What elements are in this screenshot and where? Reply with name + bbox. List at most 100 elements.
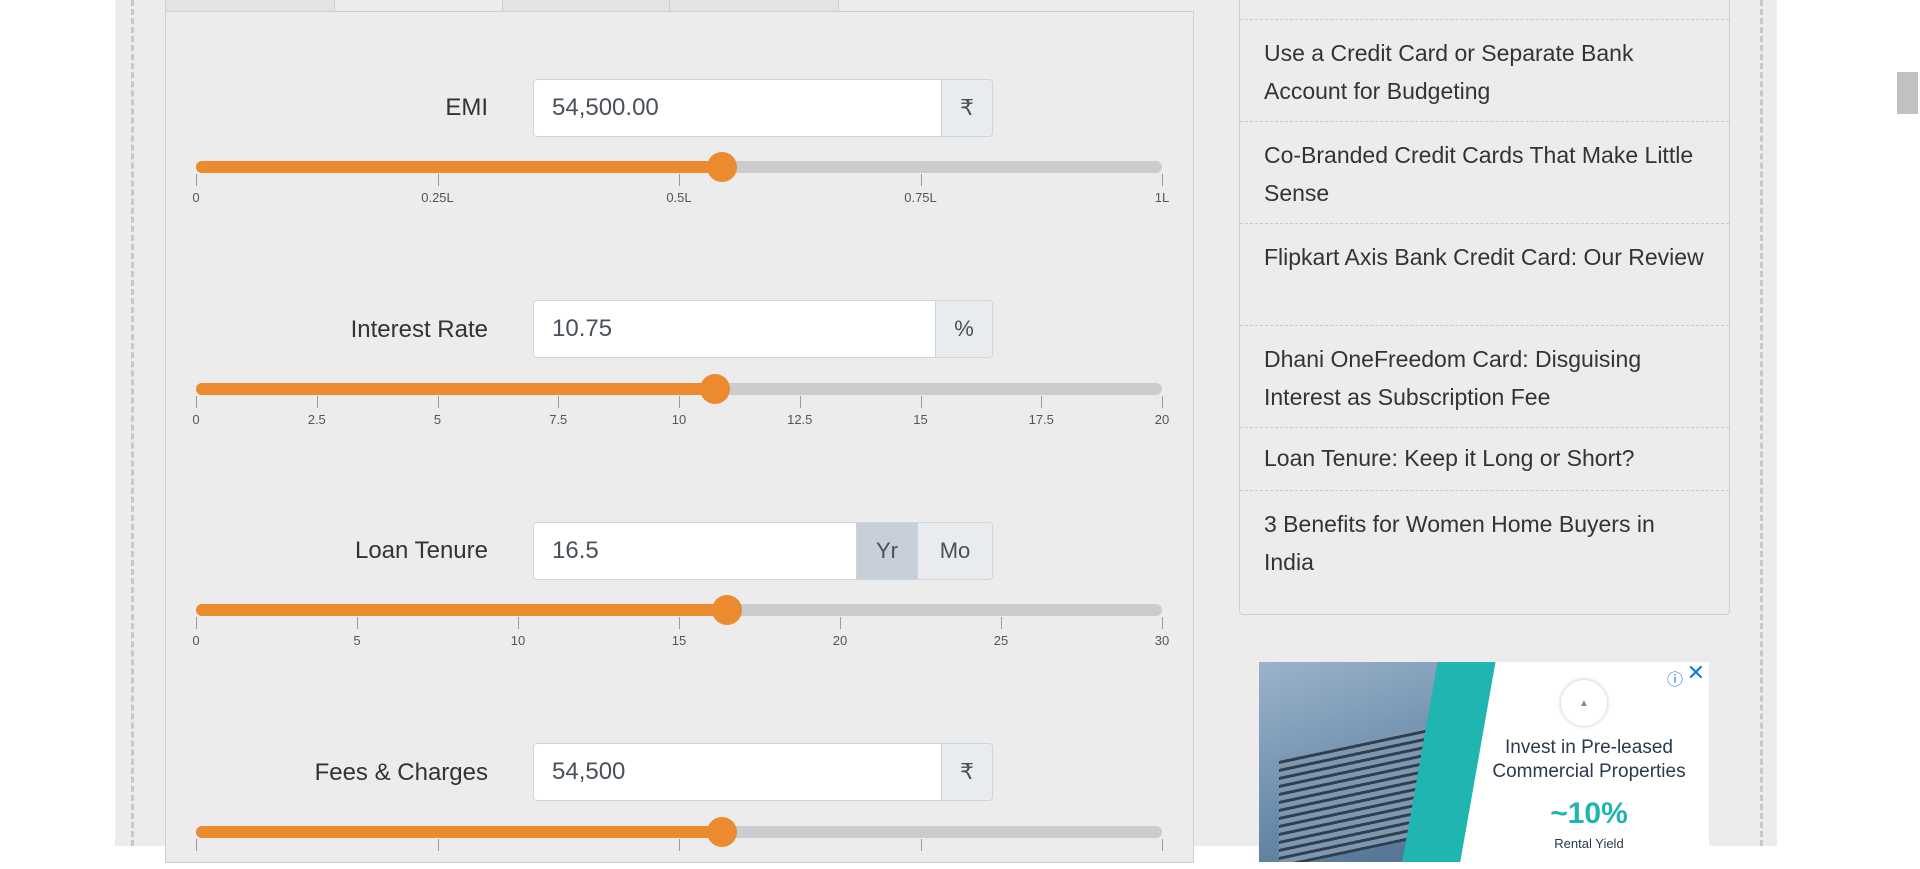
loan-tenure-field: Yr Mo (533, 522, 993, 580)
scrollbar-track[interactable] (1895, 0, 1920, 846)
scale-tick (1001, 617, 1002, 629)
scale-tick-label: 12.5 (787, 412, 813, 427)
scale-tick-label: 20 (832, 633, 848, 648)
list-item[interactable]: Loan Tenure: Keep it Long or Short? (1240, 428, 1729, 491)
loan-tenure-input[interactable] (534, 523, 856, 579)
year-toggle[interactable]: Yr (856, 523, 917, 579)
scale-tick (1041, 396, 1043, 408)
fees-charges-label: Fees & Charges (314, 759, 488, 786)
article-link[interactable]: Co-Branded Credit Cards That Make Little… (1264, 142, 1693, 206)
loan-tenure-label: Loan Tenure (354, 537, 488, 564)
list-item[interactable]: Dhani OneFreedom Card: Disguising Intere… (1240, 326, 1729, 428)
scale-tick (799, 396, 801, 408)
scale-tick (518, 617, 519, 629)
percent-addon: % (935, 301, 992, 357)
calculator-panel (165, 11, 1194, 863)
ad-logo: ▲ (1561, 680, 1607, 726)
scale-tick-label: 7.5 (549, 412, 568, 427)
ad-banner[interactable]: ▲ Invest in Pre-leased Commercial Proper… (1259, 662, 1709, 862)
interest-rate-input[interactable] (534, 301, 935, 357)
article-link[interactable]: Flipkart Axis Bank Credit Card: Our Revi… (1264, 244, 1704, 270)
fees-charges-scale (196, 839, 1163, 869)
emi-scale: 0 0.25L 0.5L 0.75L 1L (192, 174, 1169, 205)
scale-tick (196, 617, 197, 629)
right-dashed-border (1760, 0, 1763, 846)
loan-tenure-scale: 0 5 10 15 20 25 30 (192, 617, 1169, 648)
scale-tick-label: 0.75L (904, 190, 937, 205)
scale-tick (840, 617, 841, 629)
scale-tick-label: 5 (353, 633, 361, 648)
fees-charges-input[interactable] (534, 744, 941, 800)
emi-field: ₹ (533, 79, 993, 137)
scale-tick (437, 839, 439, 851)
left-dashed-border (131, 0, 134, 846)
scale-tick (920, 174, 922, 186)
loan-tenure-slider-fill (196, 604, 728, 616)
scale-tick-label: 0.25L (421, 190, 454, 205)
rupee-addon: ₹ (941, 744, 992, 800)
scale-tick (679, 174, 680, 186)
scale-tick-label: 30 (1154, 633, 1170, 648)
ad-title: Invest in Pre-leased Commercial Properti… (1492, 737, 1686, 782)
emi-label: EMI (445, 94, 488, 121)
scale-tick (1162, 174, 1163, 186)
scale-tick-label: 1L (1154, 190, 1170, 205)
scale-tick (679, 617, 680, 629)
list-item[interactable]: Use a Credit Card or Separate Bank Accou… (1240, 20, 1729, 122)
list-item[interactable]: 3 Benefits for Women Home Buyers in Indi… (1240, 491, 1729, 593)
interest-rate-slider-fill (196, 383, 716, 395)
scale-tick (679, 839, 680, 851)
emi-input[interactable] (534, 80, 941, 136)
related-articles-box: Use a Credit Card or Separate Bank Accou… (1239, 0, 1730, 615)
list-item-cut (1240, 0, 1729, 20)
article-link[interactable]: Use a Credit Card or Separate Bank Accou… (1264, 40, 1633, 104)
scale-tick-label: 0 (192, 633, 200, 648)
rupee-addon: ₹ (941, 80, 992, 136)
ad-yield-value: ~10% (1550, 797, 1628, 830)
fees-charges-field: ₹ (533, 743, 993, 801)
scale-tick (679, 396, 680, 408)
list-item[interactable]: Flipkart Axis Bank Credit Card: Our Revi… (1240, 224, 1729, 326)
emi-slider[interactable] (196, 152, 1162, 182)
scale-tick (1162, 617, 1163, 629)
scale-tick (920, 839, 922, 851)
scale-tick-label: 0 (192, 190, 200, 205)
scale-tick-label: 10 (671, 412, 687, 427)
month-toggle[interactable]: Mo (917, 523, 992, 579)
scale-tick-label: 25 (993, 633, 1009, 648)
scale-tick (1162, 396, 1163, 408)
scale-tick (1162, 839, 1163, 851)
scale-tick (196, 174, 197, 186)
list-item[interactable]: Co-Branded Credit Cards That Make Little… (1240, 122, 1729, 224)
article-link[interactable]: Loan Tenure: Keep it Long or Short? (1264, 445, 1634, 471)
interest-rate-slider[interactable] (196, 374, 1162, 404)
interest-rate-scale: 0 2.5 5 7.5 10 12.5 15 17.5 20 (192, 396, 1169, 427)
scale-tick-label: 10 (510, 633, 526, 648)
scale-tick-label: 2.5 (307, 412, 326, 427)
scale-tick-label: 20 (1154, 412, 1170, 427)
scale-tick-label: 0 (192, 412, 200, 427)
fees-charges-slider-fill (196, 826, 723, 838)
scale-tick (316, 396, 318, 408)
scale-tick (357, 617, 358, 629)
info-icon[interactable]: ⓘ (1667, 666, 1683, 690)
article-link[interactable]: Dhani OneFreedom Card: Disguising Intere… (1264, 346, 1641, 410)
scale-tick (437, 396, 439, 408)
article-link[interactable]: 3 Benefits for Women Home Buyers in Indi… (1264, 511, 1655, 575)
loan-tenure-slider[interactable] (196, 595, 1162, 625)
ad-yield-label: Rental Yield (1554, 836, 1624, 851)
close-icon[interactable]: ✕ (1687, 662, 1705, 684)
scale-tick (920, 396, 922, 408)
scale-tick-label: 0.5L (666, 190, 692, 205)
interest-rate-label: Interest Rate (350, 316, 488, 343)
scale-tick-label: 5 (433, 412, 442, 427)
scrollbar-thumb[interactable] (1897, 72, 1918, 114)
fees-charges-slider[interactable] (196, 817, 1162, 847)
scale-tick (196, 839, 197, 851)
scale-tick-label: 17.5 (1028, 412, 1054, 427)
scale-tick-label: 15 (913, 412, 928, 427)
scale-tick (196, 396, 197, 408)
scale-tick (558, 396, 560, 408)
scale-tick-label: 15 (671, 633, 687, 648)
scale-tick (437, 174, 439, 186)
